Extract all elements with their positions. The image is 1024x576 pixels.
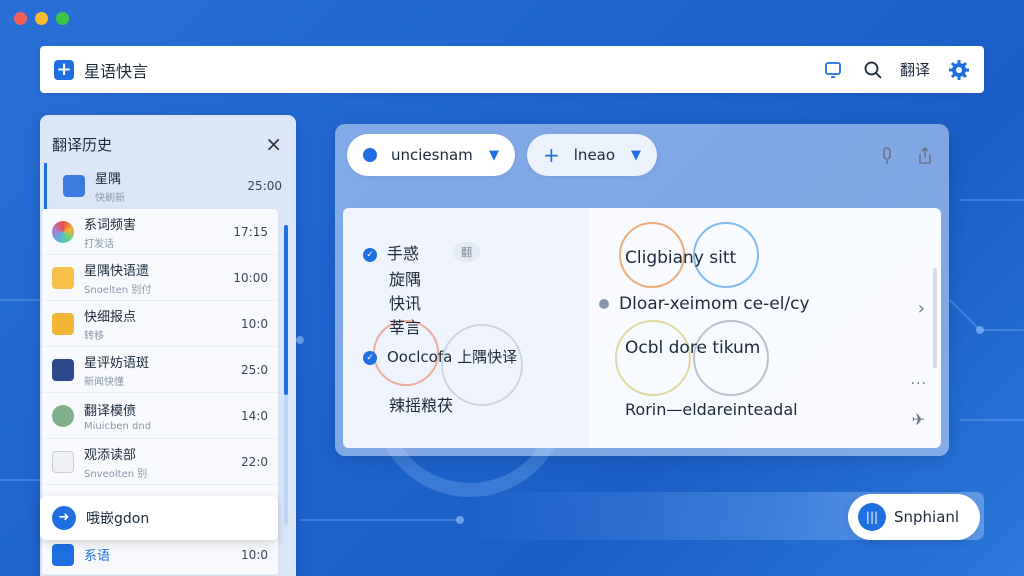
maximize-window-button[interactable] [56,12,69,25]
language-dot-icon [363,148,377,162]
translate-button[interactable]: 翻译 [900,59,930,80]
translation-content: ✓ 手惑 翻 旋隅 快讯 莘言 ✓ Ooclcofa 上隅快译 辣摇粮茯 Cligb… [343,208,941,448]
target-language-label: lneao [573,146,616,164]
history-item-sub: 快刷新 [95,193,125,204]
translate-app-icon [63,175,85,197]
more-icon[interactable]: ··· [911,376,927,392]
share-icon[interactable] [915,146,935,166]
sidebar-scrollbar-thumb[interactable] [284,225,288,395]
voice-button[interactable]: ||| Snphianl [848,494,980,540]
send-icon[interactable]: ✈ [912,410,925,429]
window-controls [14,12,69,25]
list-item[interactable]: 星评妨语斑 新闻快懂 25:0 [42,347,278,393]
chevron-right-icon[interactable]: › [918,298,925,319]
list-item[interactable]: 快细报点 转移 10:0 [42,301,278,347]
document-icon [52,450,74,473]
list-item[interactable]: 观添读部 Snveolten 别 22:0 [42,439,278,485]
float-card[interactable]: ➜ 哦嵌gdon [40,496,278,540]
source-line: 莘言 [389,318,422,337]
target-line: Dloar-xeimom ce-el/cy [619,294,810,314]
list-item[interactable]: 翻译模偾 Miuicben dnd 14:0 [42,393,278,439]
check-icon: ✓ [363,247,377,262]
top-bar: + 星语快言 翻译 [40,46,984,93]
translation-panel: unciesnam ▼ + lneao ▼ ✓ 手惑 翻 旋隅 快讯 莘言 ✓ Oo… [335,124,949,456]
source-language-select[interactable]: unciesnam ▼ [347,134,515,176]
sidebar-scrollbar[interactable] [284,225,288,525]
device-icon[interactable] [822,59,844,81]
decorative-ring [693,320,769,396]
sidebar-title: 翻译历史 [52,135,113,154]
source-footer: 辣摇粮茯 [389,396,454,415]
target-language-select[interactable]: + lneao ▼ [527,134,657,176]
target-line: Ocbl dore tikum [625,338,761,358]
app-logo-icon: + [54,59,74,80]
source-tag: 翻 [453,242,480,262]
check-icon: ✓ [363,350,377,365]
folder-icon [52,266,74,289]
settings-icon[interactable] [948,59,970,81]
source-language-label: unciesnam [391,146,473,164]
history-item-active[interactable]: 星隅 快刷新 25:00 [44,163,296,209]
search-icon[interactable] [862,59,884,81]
source-text-area[interactable]: ✓ 手惑 翻 旋隅 快讯 莘言 ✓ Ooclcofa 上隅快译 辣摇粮茯 [343,208,589,448]
chevron-down-icon: ▼ [489,147,499,163]
content-scrollbar[interactable] [933,268,937,368]
source-extra: Ooclcofa 上隅快译 [387,348,518,366]
source-line: 快讯 [389,294,422,313]
plus-icon: + [543,143,560,167]
close-window-button[interactable] [14,12,27,25]
source-line: 旋隅 [389,270,422,289]
bullet-icon [599,299,609,309]
history-item-time: 25:00 [247,179,282,193]
minimize-window-button[interactable] [35,12,48,25]
list-item[interactable]: 系词频害 打发话 17:15 [42,209,278,255]
decorative-ring [615,320,691,396]
chat-icon [52,543,74,566]
list-item[interactable]: 星隅快语遗 Snoelten 别付 10:00 [42,255,278,301]
history-item-name: 星隅 [95,172,122,187]
microphone-icon[interactable] [877,146,897,166]
app-title: 星语快言 [84,61,149,81]
chevron-down-icon: ▼ [631,147,641,163]
arrow-icon: ➜ [52,506,76,530]
source-line: 手惑 [387,244,420,263]
close-icon[interactable]: × [265,132,282,156]
target-line: Rorin—eldareinteadal [625,400,798,419]
folder-icon [52,312,74,335]
color-wheel-icon [52,220,74,243]
waveform-icon: ||| [858,503,886,531]
book-icon [52,358,74,381]
help-icon [52,404,74,427]
target-line: Cligbiany sitt [625,248,737,268]
voice-button-label: Snphianl [894,508,960,526]
float-card-label: 哦嵌gdon [86,511,150,527]
